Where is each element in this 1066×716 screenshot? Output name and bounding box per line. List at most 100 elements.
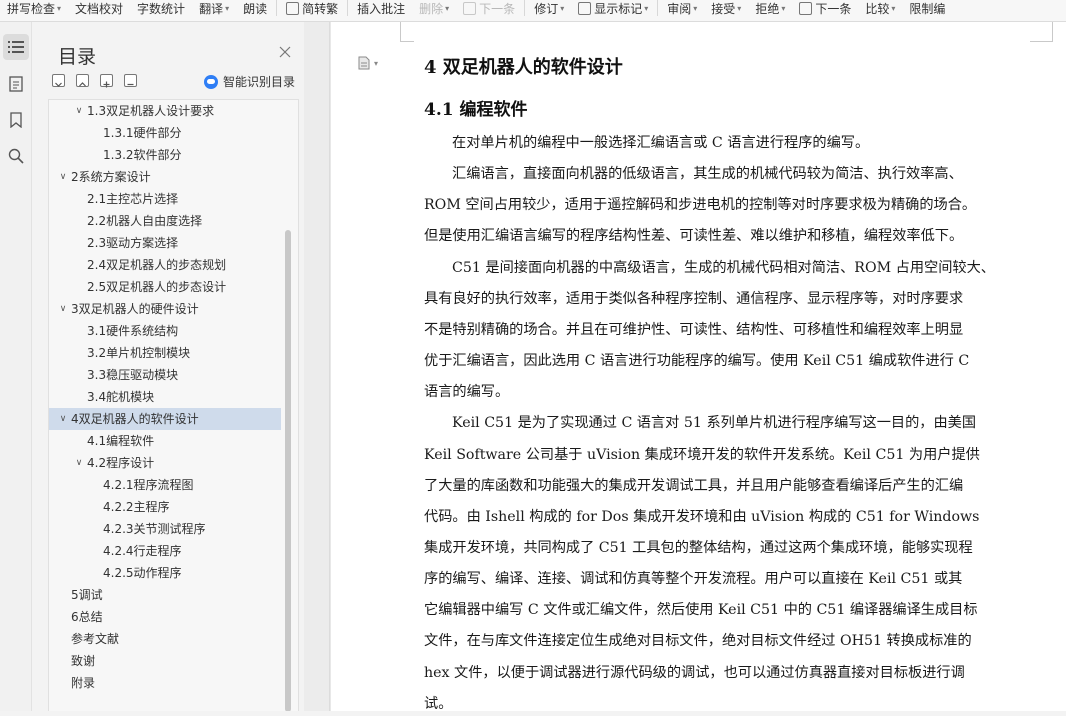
toc-item[interactable]: 4.2.1程序流程图 xyxy=(49,474,281,496)
chevron-down-icon xyxy=(55,82,62,87)
toc-item[interactable]: 2.2机器人自由度选择 xyxy=(49,210,281,232)
chevron-down-icon: ▾ xyxy=(374,58,379,68)
paragraph-line: 它编辑器中编写 C 文件或汇编文件，然后使用 Keil C51 中的 C51 编… xyxy=(424,602,978,619)
paragraph-line: 了大量的库函数和功能强大的集成开发调试工具，并且用户能够查看编译后产生的汇编 xyxy=(424,477,964,494)
toc-item-label: 附录 xyxy=(71,676,96,690)
toc-item[interactable]: 2.5双足机器人的步态设计 xyxy=(49,276,281,298)
toolbar-item[interactable]: 字数统计 xyxy=(130,0,192,16)
document-icon xyxy=(358,56,370,70)
toc-list[interactable]: ∨ 1.3双足机器人设计要求 1.3.1硬件部分 1.3.2软件部分 ∨ 2系统方案设计 2… xyxy=(48,99,299,711)
toolbar-item[interactable]: 下一条 xyxy=(792,0,858,16)
toc-item[interactable]: ∨ 3双足机器人的硬件设计 xyxy=(49,298,281,320)
chevron-down-icon: ▾ xyxy=(693,3,698,13)
toc-item-label: 4.2.3关节测试程序 xyxy=(103,522,206,536)
paragraph-line: 集成开发环境，共同构成了 C51 工具包的整体结构，通过这两个集成环境，能够实现… xyxy=(424,539,973,556)
toolbar-item-label: 审阅 xyxy=(667,1,692,16)
toolbar-item[interactable]: 限制编 xyxy=(902,0,952,16)
toolbar-item[interactable]: 删除 ▾ xyxy=(412,0,456,16)
chevron-down-icon[interactable]: ∨ xyxy=(73,452,85,474)
toolbar-item-label: 修订 xyxy=(534,1,559,16)
paragraph-line: 但是使用汇编语言编写的程序结构性差、可读性差、难以维护和移植，编程效率低下。 xyxy=(424,228,964,245)
toc-item[interactable]: ∨ 1.3双足机器人设计要求 xyxy=(49,100,281,122)
margin-marker xyxy=(400,22,401,42)
paragraph-line: 语言的编写。 xyxy=(424,384,510,401)
toolbar-item[interactable]: 拼写检查 ▾ xyxy=(0,0,68,16)
toolbar-item-label: 限制编 xyxy=(909,1,946,16)
collapse-all-button[interactable] xyxy=(52,74,65,87)
toc-scrollbar[interactable] xyxy=(285,230,291,711)
toc-item[interactable]: 2.4双足机器人的步态规划 xyxy=(49,254,281,276)
chevron-down-icon[interactable]: ∨ xyxy=(57,408,69,430)
paragraph-menu-button[interactable]: ▾ xyxy=(358,56,386,70)
toc-item-label: 3双足机器人的硬件设计 xyxy=(71,302,199,316)
toc-item-label: 致谢 xyxy=(71,654,96,668)
toc-item[interactable]: 4.1编程软件 xyxy=(49,430,281,452)
toc-item[interactable]: 5调试 xyxy=(49,584,281,606)
toc-item[interactable]: 3.4舵机模块 xyxy=(49,386,281,408)
paragraph-line: C51 是间接面向机器的中高级语言，生成的机械代码相对简洁、ROM 占用空间较大… xyxy=(452,259,995,276)
add-heading-button[interactable] xyxy=(100,74,113,88)
toc-item[interactable]: 3.1硬件系统结构 xyxy=(49,320,281,342)
paragraph-line: 具有良好的执行效率，适用于类似各种程序控制、通信程序、显示程序等，对时序要求 xyxy=(424,290,964,307)
paragraph-line: 优于汇编语言，因此选用 C 语言进行功能程序的编写。使用 Keil C51 编成… xyxy=(424,353,970,370)
toolbar-item[interactable]: 接受 ▾ xyxy=(704,0,748,16)
toc-item[interactable]: 4.2.2主程序 xyxy=(49,496,281,518)
chevron-down-icon: ▾ xyxy=(560,3,565,13)
toolbar-item[interactable]: 拒绝 ▾ xyxy=(748,0,792,16)
toolbar-item[interactable]: 文档校对 xyxy=(68,0,130,16)
toolbar-item[interactable]: 插入批注 xyxy=(350,0,412,16)
close-icon[interactable] xyxy=(277,44,293,60)
toc-item[interactable]: 致谢 xyxy=(49,650,281,672)
plus-icon xyxy=(103,81,110,88)
toolbar-item[interactable]: 下一条 xyxy=(456,0,522,16)
toolbar-item[interactable]: 审阅 ▾ xyxy=(660,0,704,16)
toolbar-item[interactable]: 翻译 ▾ xyxy=(192,0,236,16)
toolbar-item[interactable]: 修订 ▾ xyxy=(527,0,571,16)
chevron-down-icon: ▾ xyxy=(445,3,450,13)
toc-item[interactable]: ∨ 2系统方案设计 xyxy=(49,166,281,188)
toc-item[interactable]: 1.3.2软件部分 xyxy=(49,144,281,166)
smart-toc-button[interactable]: 智能识别目录 xyxy=(204,73,295,90)
expand-all-button[interactable] xyxy=(76,74,89,87)
minus-icon xyxy=(127,83,134,86)
toc-item[interactable]: 4.2.5动作程序 xyxy=(49,562,281,584)
toc-item-label: 4.2程序设计 xyxy=(87,456,155,470)
toolbar-item[interactable]: 比较 ▾ xyxy=(858,0,902,16)
bookmark-button[interactable] xyxy=(3,107,29,133)
toc-item[interactable]: 3.3稳压驱动模块 xyxy=(49,364,281,386)
chevron-down-icon: ▾ xyxy=(891,3,896,13)
toc-panel-button[interactable] xyxy=(3,34,29,60)
toc-item[interactable]: ∨ 4双足机器人的软件设计 xyxy=(49,408,281,430)
toolbar-item[interactable]: 朗读 xyxy=(236,0,274,16)
chevron-down-icon: ▾ xyxy=(57,3,62,13)
paragraph-line: 不是特别精确的场合。并且在可维护性、可读性、结构性、可移植性和编程效率上明显 xyxy=(424,321,964,338)
toolbar-item[interactable]: 简转繁 xyxy=(279,0,345,16)
toc-item[interactable]: 2.3驱动方案选择 xyxy=(49,232,281,254)
toolbar-item-label: 简转繁 xyxy=(302,1,339,16)
toc-item[interactable]: 参考文献 xyxy=(49,628,281,650)
toc-item[interactable]: 2.1主控芯片选择 xyxy=(49,188,281,210)
toc-item[interactable]: 附录 xyxy=(49,672,281,694)
toc-item[interactable]: ∨ 4.2程序设计 xyxy=(49,452,281,474)
find-button[interactable] xyxy=(3,143,29,169)
toolbar-item[interactable]: 显示标记 ▾ xyxy=(571,0,655,16)
toolbar-separator xyxy=(276,0,278,16)
chevron-down-icon[interactable]: ∨ xyxy=(73,100,85,122)
toc-item[interactable]: 1.3.1硬件部分 xyxy=(49,122,281,144)
toc-title: 目录 xyxy=(58,46,97,68)
page-thumbnail-button[interactable] xyxy=(3,71,29,97)
chevron-down-icon[interactable]: ∨ xyxy=(57,166,69,188)
toolbar-item-label: 比较 xyxy=(865,1,890,16)
paragraph-line: 在对单片机的编程中一般选择汇编语言或 C 语言进行程序的编写。 xyxy=(452,135,870,151)
toc-item[interactable]: 4.2.3关节测试程序 xyxy=(49,518,281,540)
toc-item[interactable]: 4.2.4行走程序 xyxy=(49,540,281,562)
toolbar-item-label: 字数统计 xyxy=(137,1,186,16)
toc-item[interactable]: 6总结 xyxy=(49,606,281,628)
toolbar-item-label: 接受 xyxy=(711,1,736,16)
remove-heading-button[interactable] xyxy=(124,74,137,87)
chevron-down-icon[interactable]: ∨ xyxy=(57,298,69,320)
paragraph-line: hex 文件，以便于调试器进行源代码级的调试，也可以通过仿真器直接对目标板进行调 xyxy=(424,664,965,681)
paragraph-line: Keil Software 公司基于 uVision 集成环境开发的软件开发系统… xyxy=(424,446,980,463)
toc-item[interactable]: 3.2单片机控制模块 xyxy=(49,342,281,364)
toolbar-item-label: 删除 xyxy=(419,1,444,16)
